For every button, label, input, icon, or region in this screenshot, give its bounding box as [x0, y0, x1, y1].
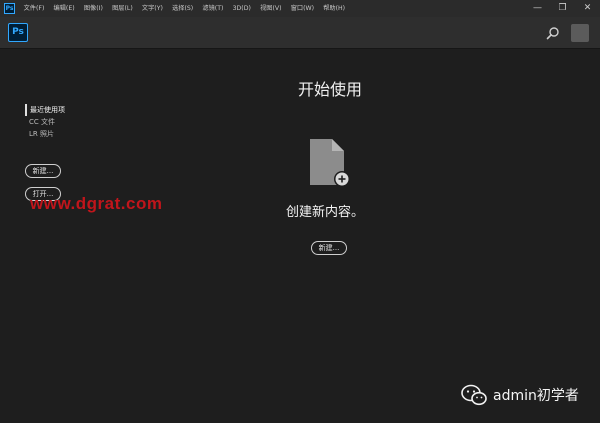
menu-edit[interactable]: 编辑(E) [49, 0, 79, 17]
minimize-button[interactable]: — [525, 0, 550, 17]
maximize-button[interactable]: ❐ [550, 0, 575, 17]
menu-3d[interactable]: 3D(D) [228, 0, 255, 17]
wechat-account-label: admin初学者 [493, 388, 579, 404]
main-new-button[interactable]: 新建... [311, 241, 347, 255]
menu-type[interactable]: 文字(Y) [137, 0, 167, 17]
photoshop-logo[interactable]: Ps [8, 23, 28, 42]
menu-image[interactable]: 图像(I) [79, 0, 107, 17]
wechat-icon [461, 384, 487, 406]
window-controls: — ❐ ✕ [525, 0, 600, 17]
new-document-icon [310, 139, 350, 187]
menu-bar: Ps 文件(F) 编辑(E) 图像(I) 图层(L) 文字(Y) 选择(S) 滤… [0, 0, 600, 17]
menu-filter[interactable]: 滤镜(T) [198, 0, 228, 17]
menu-select[interactable]: 选择(S) [168, 0, 198, 17]
sidebar-item-lr-photos[interactable]: LR 照片 [25, 128, 65, 140]
sidebar: 最近使用项 CC 文件 LR 照片 [25, 104, 65, 140]
menu-layer[interactable]: 图层(L) [107, 0, 137, 17]
menu-help[interactable]: 帮助(H) [319, 0, 350, 17]
page-title: 开始使用 [297, 80, 362, 99]
sidebar-new-button[interactable]: 新建... [25, 164, 61, 178]
profile-button[interactable] [571, 24, 589, 42]
create-new-content-text: 创建新内容。 [285, 205, 364, 220]
ps-app-icon[interactable]: Ps [4, 3, 15, 14]
app-bar: Ps [0, 17, 600, 49]
search-icon[interactable] [546, 26, 560, 40]
menu-file[interactable]: 文件(F) [19, 0, 49, 17]
wechat-watermark: admin初学者 [461, 384, 579, 406]
menu-view[interactable]: 视图(V) [255, 0, 286, 17]
sidebar-item-cc-files[interactable]: CC 文件 [25, 116, 65, 128]
close-button[interactable]: ✕ [575, 0, 600, 17]
sidebar-item-recent[interactable]: 最近使用项 [25, 104, 65, 116]
menu-items: 文件(F) 编辑(E) 图像(I) 图层(L) 文字(Y) 选择(S) 滤镜(T… [19, 0, 350, 17]
menu-window[interactable]: 窗口(W) [286, 0, 319, 17]
